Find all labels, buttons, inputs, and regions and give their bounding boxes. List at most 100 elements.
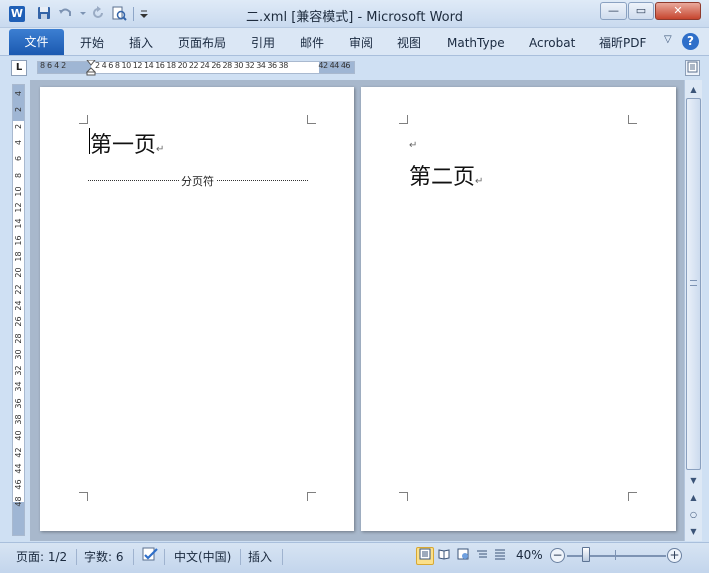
next-page-icon[interactable]: ▼: [686, 524, 701, 539]
status-separator: [240, 549, 241, 565]
browse-object-icon[interactable]: ○: [686, 507, 701, 522]
page1-text[interactable]: 第一页↵: [90, 127, 164, 159]
crop-mark: [399, 115, 408, 124]
tab-page-layout[interactable]: 页面布局: [178, 33, 226, 53]
full-screen-reading-icon[interactable]: [435, 547, 453, 565]
crop-mark: [628, 492, 637, 501]
vertical-scrollbar[interactable]: ▲ ▼ ▲ ○ ▼: [684, 80, 702, 541]
vruler-number: 38: [14, 414, 23, 425]
vruler-number: 26: [14, 316, 23, 327]
scroll-up-icon[interactable]: ▲: [686, 82, 701, 97]
tab-foxit-pdf[interactable]: 福昕PDF: [599, 33, 646, 53]
close-button[interactable]: ✕: [655, 2, 701, 20]
empty-paragraph-mark: ↵: [409, 140, 418, 151]
vruler-number: 20: [14, 267, 23, 278]
vruler-number: 30: [14, 349, 23, 360]
crop-mark: [79, 115, 88, 124]
vertical-ruler[interactable]: 4 2 2 4 6 8 10 12 14 16 18 20 22 24 26 28 30 32 34 36 38 40 42…: [12, 84, 25, 536]
vruler-number: 2: [14, 123, 23, 129]
vruler-number: 12: [14, 202, 23, 213]
tab-mathtype[interactable]: MathType: [447, 33, 505, 53]
page2-heading[interactable]: 第二页: [409, 165, 475, 190]
restore-button[interactable]: ▭: [628, 2, 654, 20]
vruler-number: 4: [14, 139, 23, 145]
vruler-number: 32: [14, 365, 23, 376]
ruler-middle-numbers: 2 4 6 8 10 12 14 16 18 20 22 24 26 28 30…: [95, 61, 288, 70]
vruler-number: 16: [14, 235, 23, 246]
vruler-number: 42: [14, 447, 23, 458]
tab-acrobat[interactable]: Acrobat: [529, 33, 575, 53]
tab-view[interactable]: 视图: [397, 33, 421, 53]
minimize-button[interactable]: —: [600, 2, 627, 20]
page1-heading[interactable]: 第一页: [90, 133, 156, 158]
status-language[interactable]: 中文(中国): [174, 548, 231, 565]
ruler-right-numbers: 42 44 46: [318, 61, 350, 70]
vruler-number: 10: [14, 186, 23, 197]
page-2[interactable]: ↵ 第二页↵: [361, 87, 676, 531]
status-separator: [282, 549, 283, 565]
ribbon-tab-bar: 文件 开始 插入 页面布局 引用 邮件 审阅 视图 MathType Acrob…: [0, 28, 709, 56]
vruler-number: 22: [14, 284, 23, 295]
draft-view-icon[interactable]: [491, 547, 509, 565]
vruler-number: 36: [14, 398, 23, 409]
crop-mark: [399, 492, 408, 501]
zoom-out-button[interactable]: −: [550, 548, 565, 563]
vruler-number: 46: [14, 479, 23, 490]
zoom-in-button[interactable]: +: [667, 548, 682, 563]
crop-mark: [79, 492, 88, 501]
document-area[interactable]: 第一页↵ 分页符 ↵ 第二页↵: [30, 80, 684, 541]
page-1[interactable]: 第一页↵ 分页符: [40, 87, 354, 531]
vruler-number: 8: [14, 172, 23, 178]
page-break-marker[interactable]: 分页符: [88, 173, 308, 189]
tab-insert[interactable]: 插入: [129, 33, 153, 53]
zoom-level[interactable]: 40%: [516, 548, 543, 562]
tab-selector-button[interactable]: L: [11, 60, 27, 76]
tab-mailings[interactable]: 邮件: [300, 33, 324, 53]
ruler-left-numbers: 8 6 4 2: [40, 61, 66, 70]
vruler-number: 28: [14, 332, 23, 344]
previous-page-icon[interactable]: ▲: [686, 490, 701, 505]
help-icon[interactable]: ?: [682, 33, 699, 50]
minimize-ribbon-icon[interactable]: ▽: [664, 34, 672, 45]
paragraph-mark: ↵: [475, 176, 484, 187]
status-page-count[interactable]: 页面: 1/2: [16, 548, 67, 565]
status-separator: [133, 549, 134, 565]
crop-mark: [628, 115, 637, 124]
horizontal-ruler[interactable]: 8 6 4 2 2 4 6 8 10 12 14 16 18 20 22 24 …: [37, 60, 355, 76]
status-word-count[interactable]: 字数: 6: [84, 548, 124, 565]
vruler-number: 2: [14, 107, 23, 113]
page2-text[interactable]: 第二页↵: [409, 159, 483, 191]
tab-review[interactable]: 审阅: [349, 33, 373, 53]
page-break-line: [88, 180, 179, 181]
tab-file[interactable]: 文件: [9, 29, 64, 55]
vruler-number: 40: [14, 430, 23, 441]
web-layout-icon[interactable]: [454, 547, 472, 565]
print-layout-view-icon[interactable]: [416, 547, 434, 565]
tab-home[interactable]: 开始: [80, 33, 104, 53]
vruler-number: 6: [14, 156, 23, 162]
ruler-row: L 8 6 4 2 2 4 6 8 10 12 14 16 18 20 22 2…: [0, 57, 709, 80]
indent-marker-icon[interactable]: [86, 60, 96, 76]
vruler-number: 14: [14, 218, 23, 229]
scrollbar-grip-icon: [690, 280, 697, 286]
scroll-down-icon[interactable]: ▼: [686, 473, 701, 488]
page-break-label: 分页符: [179, 173, 216, 189]
vruler-number: 18: [14, 251, 23, 262]
scrollbar-thumb[interactable]: [686, 98, 701, 470]
vruler-number: 24: [14, 300, 23, 311]
status-separator: [76, 549, 77, 565]
status-insert-mode[interactable]: 插入: [248, 548, 272, 565]
crop-mark: [307, 115, 316, 124]
zoom-slider-thumb[interactable]: [582, 547, 590, 562]
vruler-number: 34: [14, 381, 23, 392]
title-bar: W 二.xml [兼容模式] - Microsoft Word — ▭ ✕: [0, 0, 709, 28]
paragraph-mark: ↵: [156, 144, 165, 155]
vruler-number: 44: [14, 463, 23, 474]
crop-mark: [307, 492, 316, 501]
zoom-slider-center-tick: [615, 550, 616, 560]
view-ruler-toggle-icon[interactable]: [685, 60, 700, 76]
vruler-number: 48: [14, 495, 23, 507]
proofing-icon[interactable]: [141, 546, 159, 565]
outline-view-icon[interactable]: [473, 547, 491, 565]
tab-references[interactable]: 引用: [251, 33, 275, 53]
